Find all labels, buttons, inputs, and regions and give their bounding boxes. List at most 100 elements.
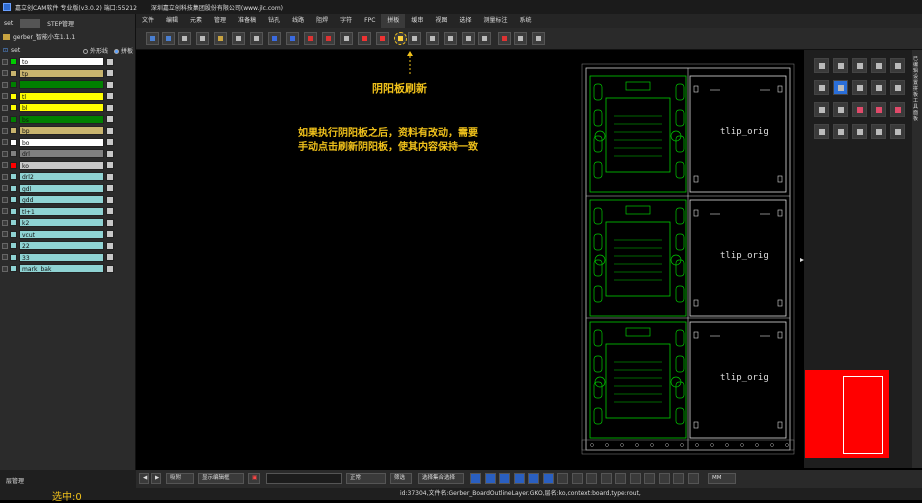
layer-toggle-box[interactable]	[106, 138, 114, 147]
command-input[interactable]	[266, 473, 342, 484]
panel-tool-icon[interactable]	[814, 58, 829, 73]
layer-name[interactable]: 22	[19, 241, 104, 251]
toolbar-button-icon[interactable]	[408, 32, 421, 45]
menu-item[interactable]: 选择	[453, 14, 477, 28]
panel-tool-icon[interactable]	[871, 124, 886, 139]
layer-toggle-box[interactable]	[106, 80, 114, 89]
menu-item[interactable]: 管理	[208, 14, 232, 28]
layer-checkbox[interactable]	[2, 219, 8, 226]
panel-tool-icon[interactable]	[852, 80, 867, 95]
layer-color-swatch[interactable]	[10, 253, 17, 261]
menu-item[interactable]: 系统	[513, 14, 537, 28]
toolbar-button-icon[interactable]	[214, 32, 227, 45]
frame-icon[interactable]: ▣	[248, 473, 260, 484]
layer-checkbox[interactable]	[2, 70, 8, 77]
layer-row[interactable]: gdl	[2, 183, 132, 195]
panel-tool-icon[interactable]	[871, 102, 886, 117]
layer-checkbox[interactable]	[2, 150, 8, 157]
layer-name[interactable]: mark_bak	[19, 264, 104, 274]
toolbar-button-icon[interactable]	[232, 32, 245, 45]
layer-color-swatch[interactable]	[10, 265, 17, 273]
layer-row[interactable]: bo	[2, 137, 132, 149]
layer-checkbox[interactable]	[2, 231, 8, 238]
mode-select[interactable]: 正常	[346, 473, 386, 484]
toolbar-button-icon[interactable]	[286, 32, 299, 45]
layer-checkbox[interactable]	[2, 127, 8, 134]
layer-row[interactable]	[2, 79, 132, 91]
layer-toggle-box[interactable]	[106, 126, 114, 135]
layer-toggle-box[interactable]	[106, 172, 114, 181]
show-edit-box-button[interactable]: 显示编辑框	[198, 473, 244, 484]
bottom-tool-icon[interactable]	[557, 473, 568, 484]
layer-toggle-box[interactable]	[106, 184, 114, 193]
menu-item[interactable]: 线路	[286, 14, 310, 28]
layer-color-swatch[interactable]	[10, 115, 17, 123]
toolbar-button-icon[interactable]	[426, 32, 439, 45]
panel-tool-icon[interactable]	[890, 124, 905, 139]
layer-row[interactable]: 22	[2, 240, 132, 252]
layer-toggle-box[interactable]	[106, 264, 114, 273]
layer-row[interactable]: to	[2, 56, 132, 68]
bottom-tool-icon[interactable]	[571, 473, 583, 484]
layer-row[interactable]: tp	[2, 68, 132, 80]
layer-color-swatch[interactable]	[10, 161, 17, 169]
layer-checkbox[interactable]	[2, 116, 8, 123]
menu-item[interactable]: 字符	[334, 14, 358, 28]
menu-item[interactable]: 视图	[429, 14, 453, 28]
panel-tool-icon[interactable]	[852, 102, 867, 117]
menu-item[interactable]: 拼板	[381, 14, 406, 28]
layer-toggle-box[interactable]	[106, 218, 114, 227]
layer-row[interactable]: drl	[2, 148, 132, 160]
menu-item[interactable]: FPC	[358, 14, 381, 28]
layer-row[interactable]: 33	[2, 252, 132, 264]
layer-toggle-box[interactable]	[106, 69, 114, 78]
panel-tool-icon[interactable]	[833, 102, 848, 117]
layer-color-swatch[interactable]	[10, 127, 17, 135]
panel-tool-icon[interactable]	[814, 124, 829, 139]
layer-checkbox[interactable]	[2, 208, 8, 215]
layer-name[interactable]: bs	[19, 114, 104, 124]
menu-item[interactable]: 文件	[136, 14, 160, 28]
layer-toggle-box[interactable]	[106, 195, 114, 204]
toolbar-button-icon[interactable]	[268, 32, 281, 45]
layer-name[interactable]: bp	[19, 126, 104, 136]
panel-tool-icon[interactable]	[890, 102, 905, 117]
layer-name[interactable]: drl	[19, 149, 104, 159]
layer-color-swatch[interactable]	[10, 150, 17, 158]
layer-toggle-box[interactable]	[106, 92, 114, 101]
layer-color-swatch[interactable]	[10, 58, 17, 66]
menu-item[interactable]: 阻焊	[310, 14, 334, 28]
layer-color-swatch[interactable]	[10, 207, 17, 215]
layer-color-swatch[interactable]	[10, 196, 17, 204]
layer-toggle-box[interactable]	[106, 149, 114, 158]
bottom-tool-icon[interactable]	[644, 473, 655, 484]
bottom-tool-icon[interactable]	[499, 473, 510, 484]
layer-checkbox[interactable]	[2, 93, 8, 100]
layer-checkbox[interactable]	[2, 265, 8, 272]
layer-checkbox[interactable]	[2, 104, 8, 111]
layer-checkbox[interactable]	[2, 242, 8, 249]
panel-tool-icon[interactable]	[814, 102, 829, 117]
toolbar-button-icon[interactable]	[250, 32, 263, 45]
layer-color-swatch[interactable]	[10, 104, 17, 112]
layer-color-swatch[interactable]	[10, 81, 17, 89]
snap-select[interactable]: 吸附	[166, 473, 194, 484]
layer-color-swatch[interactable]	[10, 69, 17, 77]
layer-color-swatch[interactable]	[10, 92, 17, 100]
menu-item[interactable]: 准备稿	[232, 14, 262, 28]
bottom-tool-icon[interactable]	[687, 473, 699, 484]
layer-checkbox[interactable]	[2, 254, 8, 261]
toolbar-button-icon[interactable]	[340, 32, 353, 45]
toolbar-button-icon[interactable]	[532, 32, 545, 45]
layer-name[interactable]: k2	[19, 218, 104, 228]
layer-toggle-box[interactable]	[106, 57, 114, 66]
outline-option[interactable]: 外形线	[82, 46, 108, 55]
panel-tool-icon[interactable]	[833, 124, 848, 139]
layer-toggle-box[interactable]	[106, 253, 114, 262]
panel-tool-icon[interactable]	[833, 58, 848, 73]
pcb-canvas[interactable]: tlip_orig tlip_orig tlip_orig 阴阳板刷新 如果执行阴阳…	[136, 50, 804, 468]
layer-name[interactable]: vcut	[19, 229, 104, 239]
tab-set[interactable]: set	[0, 19, 17, 28]
layer-name[interactable]: bl	[19, 103, 104, 113]
layer-row[interactable]: tl	[2, 91, 132, 103]
